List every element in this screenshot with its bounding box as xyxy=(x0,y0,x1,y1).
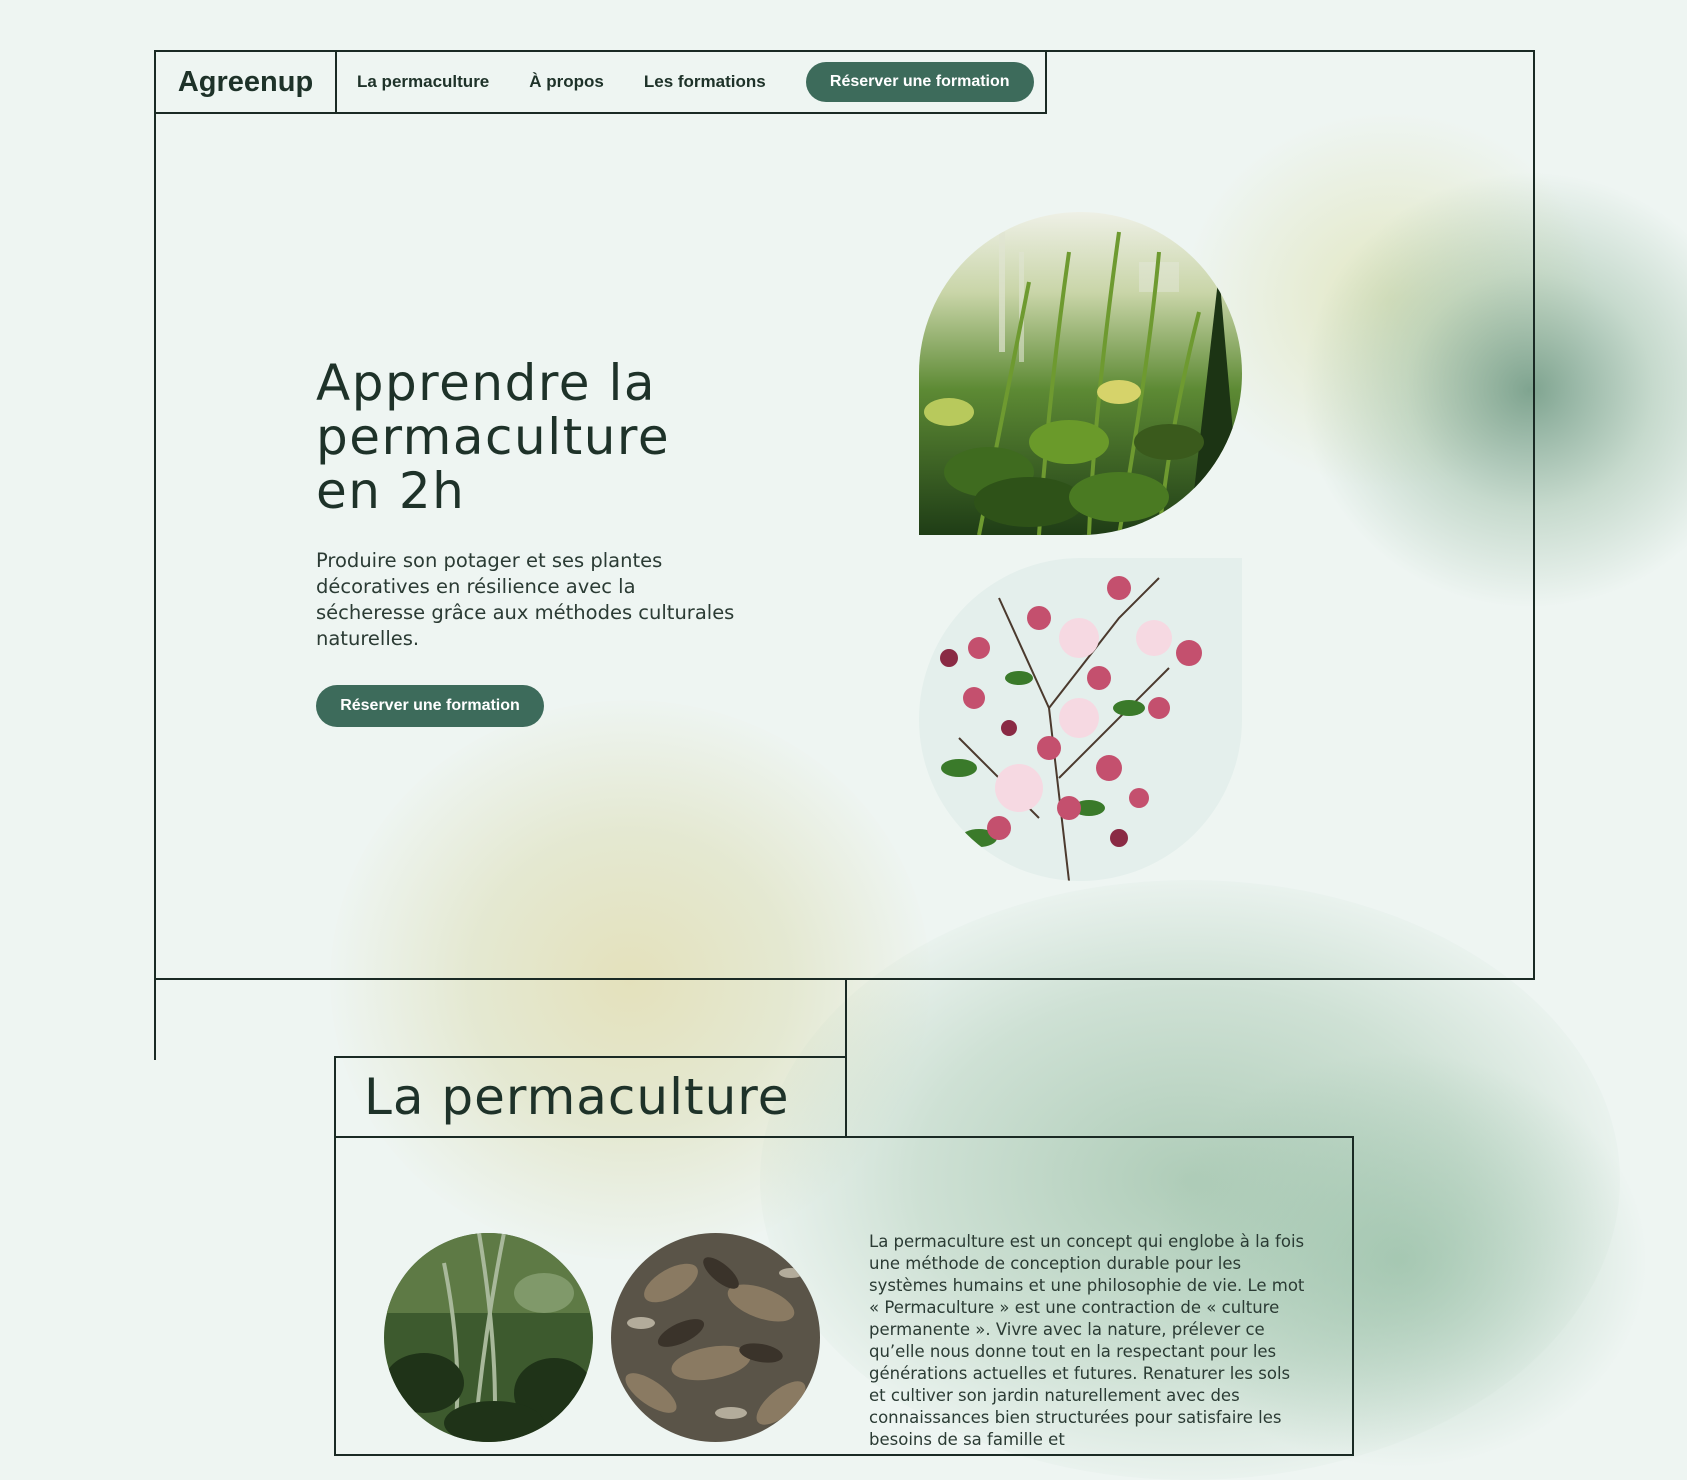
top-navbar: Agreenup La permaculture À propos Les fo… xyxy=(154,50,1047,114)
section-title-box: La permaculture xyxy=(334,1056,847,1138)
nav-link-a-propos[interactable]: À propos xyxy=(529,72,604,92)
leaf-litter-photo xyxy=(611,1233,820,1442)
logo[interactable]: Agreenup xyxy=(156,52,337,112)
hero-title-line-1: Apprendre la xyxy=(316,354,656,412)
hero-title-line-3: en 2h xyxy=(316,462,466,520)
plants-photo xyxy=(919,212,1242,535)
section-body-text: La permaculture est un concept qui englo… xyxy=(869,1232,1305,1449)
hero-title: Apprendre la permaculture en 2h xyxy=(316,356,776,518)
nav-link-permaculture[interactable]: La permaculture xyxy=(357,72,489,92)
section-title: La permaculture xyxy=(364,1068,790,1126)
nav-link-formations[interactable]: Les formations xyxy=(644,72,766,92)
hero-title-line-2: permaculture xyxy=(316,408,671,466)
hero-subtitle: Produire son potager et ses plantes déco… xyxy=(316,549,735,650)
section-tab-frame xyxy=(154,978,847,1060)
nav-book-button[interactable]: Réserver une formation xyxy=(805,62,1034,102)
nav-links: La permaculture À propos Les formations … xyxy=(337,62,1034,102)
pink-flowers-photo xyxy=(919,558,1242,881)
hero-book-button[interactable]: Réserver une formation xyxy=(316,685,544,727)
forest-photo xyxy=(384,1233,593,1442)
